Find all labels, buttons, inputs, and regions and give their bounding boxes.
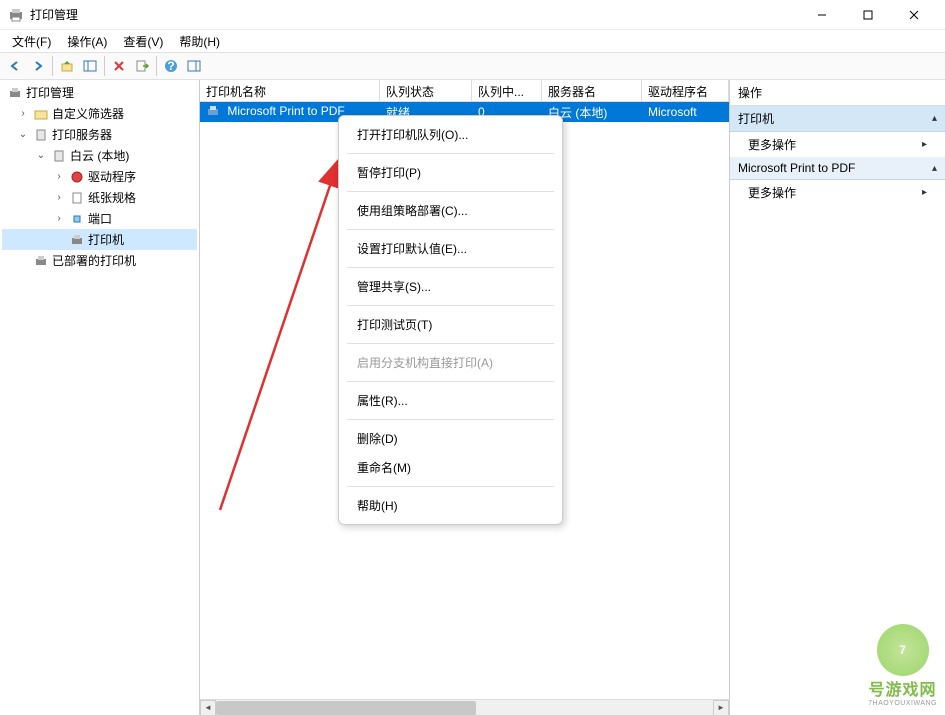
tree-drivers[interactable]: › 驱动程序 — [2, 166, 197, 187]
svg-text:?: ? — [167, 59, 174, 73]
printer-icon — [33, 253, 49, 269]
tree-label: 纸张规格 — [88, 189, 136, 206]
tree-paper[interactable]: › 纸张规格 — [2, 187, 197, 208]
chevron-up-icon: ▴ — [932, 113, 937, 124]
actions-more-ops-printers[interactable]: 更多操作 ▸ — [730, 132, 945, 157]
tree-print-servers[interactable]: ⌄ 打印服务器 — [2, 124, 197, 145]
show-hide-actions-button[interactable] — [183, 55, 205, 77]
toolbar: ? — [0, 52, 945, 80]
cell-driver-name: Microsoft — [642, 102, 729, 122]
actions-panel: 操作 打印机 ▴ 更多操作 ▸ Microsoft Print to PDF ▴… — [730, 80, 945, 715]
ctx-open-queue[interactable]: 打开打印机队列(O)... — [339, 120, 562, 149]
cell-printer-name: Microsoft Print to PDF — [227, 104, 344, 118]
tree-label: 驱动程序 — [88, 168, 136, 185]
ctx-test-page[interactable]: 打印测试页(T) — [339, 310, 562, 339]
forward-button[interactable] — [27, 55, 49, 77]
tree-label: 自定义筛选器 — [52, 105, 124, 122]
back-button[interactable] — [4, 55, 26, 77]
ctx-deploy-gpo[interactable]: 使用组策略部署(C)... — [339, 196, 562, 225]
ctx-help[interactable]: 帮助(H) — [339, 491, 562, 520]
col-queue-count[interactable]: 队列中... — [472, 80, 542, 101]
delete-button[interactable] — [108, 55, 130, 77]
titlebar: 打印管理 — [0, 0, 945, 30]
up-button[interactable] — [56, 55, 78, 77]
scroll-right-button[interactable]: ► — [713, 700, 729, 715]
tree-printers[interactable]: › 打印机 — [2, 229, 197, 250]
collapse-icon[interactable]: ⌄ — [34, 150, 48, 161]
menu-help[interactable]: 帮助(H) — [171, 31, 228, 52]
tree-server-local[interactable]: ⌄ 白云 (本地) — [2, 145, 197, 166]
scrollbar-track[interactable] — [216, 700, 713, 715]
menu-view[interactable]: 查看(V) — [115, 31, 171, 52]
close-button[interactable] — [891, 0, 937, 30]
app-icon — [8, 7, 24, 23]
ctx-manage-sharing[interactable]: 管理共享(S)... — [339, 272, 562, 301]
server-icon — [51, 148, 67, 164]
tree-label: 已部署的打印机 — [52, 252, 136, 269]
menubar: 文件(F) 操作(A) 查看(V) 帮助(H) — [0, 30, 945, 52]
ctx-enable-branch: 启用分支机构直接打印(A) — [339, 348, 562, 377]
group-label: Microsoft Print to PDF — [738, 161, 855, 175]
folder-icon — [33, 106, 49, 122]
col-server-name[interactable]: 服务器名 — [542, 80, 642, 101]
ctx-properties[interactable]: 属性(R)... — [339, 386, 562, 415]
actions-header: 操作 — [730, 80, 945, 106]
scroll-left-button[interactable]: ◄ — [200, 700, 216, 715]
tree-label: 打印管理 — [26, 84, 74, 101]
ctx-set-defaults[interactable]: 设置打印默认值(E)... — [339, 234, 562, 263]
ctx-pause-printing[interactable]: 暂停打印(P) — [339, 158, 562, 187]
menu-file[interactable]: 文件(F) — [4, 31, 59, 52]
chevron-up-icon: ▴ — [932, 163, 937, 174]
paper-icon — [69, 190, 85, 206]
tree-custom-filters[interactable]: › 自定义筛选器 — [2, 103, 197, 124]
show-hide-tree-button[interactable] — [79, 55, 101, 77]
horizontal-scrollbar[interactable]: ◄ ► — [200, 699, 729, 715]
tree-label: 打印服务器 — [52, 126, 112, 143]
group-label: 打印机 — [738, 110, 774, 127]
tree-panel: 打印管理 › 自定义筛选器 ⌄ 打印服务器 ⌄ 白云 (本地) › 驱动程序 ›… — [0, 80, 200, 715]
tree-label: 端口 — [88, 210, 112, 227]
tree-label: 打印机 — [88, 231, 124, 248]
scrollbar-thumb[interactable] — [216, 701, 476, 715]
col-driver-name[interactable]: 驱动程序名 — [642, 80, 729, 101]
collapse-icon[interactable]: ⌄ — [16, 129, 30, 140]
window-title: 打印管理 — [30, 6, 799, 23]
expand-icon[interactable]: › — [52, 171, 66, 182]
menu-action[interactable]: 操作(A) — [59, 31, 115, 52]
chevron-right-icon: ▸ — [922, 187, 927, 198]
col-queue-status[interactable]: 队列状态 — [380, 80, 472, 101]
list-header: 打印机名称 队列状态 队列中... 服务器名 驱动程序名 — [200, 80, 729, 102]
link-label: 更多操作 — [748, 184, 796, 201]
port-icon — [69, 211, 85, 227]
tree-label: 白云 (本地) — [70, 147, 129, 164]
link-label: 更多操作 — [748, 136, 796, 153]
ctx-delete[interactable]: 删除(D) — [339, 424, 562, 453]
driver-icon — [69, 169, 85, 185]
tree-deployed-printers[interactable]: › 已部署的打印机 — [2, 250, 197, 271]
minimize-button[interactable] — [799, 0, 845, 30]
ctx-rename[interactable]: 重命名(M) — [339, 453, 562, 482]
col-printer-name[interactable]: 打印机名称 — [200, 80, 380, 101]
tree-root-printmgmt[interactable]: 打印管理 — [2, 82, 197, 103]
expand-icon[interactable]: › — [52, 192, 66, 203]
actions-group-selected[interactable]: Microsoft Print to PDF ▴ — [730, 157, 945, 180]
server-icon — [33, 127, 49, 143]
actions-group-printers[interactable]: 打印机 ▴ — [730, 106, 945, 132]
printer-icon — [7, 85, 23, 101]
expand-icon[interactable]: › — [16, 108, 30, 119]
actions-more-ops-selected[interactable]: 更多操作 ▸ — [730, 180, 945, 205]
tree-ports[interactable]: › 端口 — [2, 208, 197, 229]
printer-icon — [69, 232, 85, 248]
export-button[interactable] — [131, 55, 153, 77]
help-button[interactable]: ? — [160, 55, 182, 77]
printer-icon — [206, 104, 222, 120]
context-menu: 打开打印机队列(O)... 暂停打印(P) 使用组策略部署(C)... 设置打印… — [338, 115, 563, 525]
expand-icon[interactable]: › — [52, 213, 66, 224]
maximize-button[interactable] — [845, 0, 891, 30]
chevron-right-icon: ▸ — [922, 139, 927, 150]
